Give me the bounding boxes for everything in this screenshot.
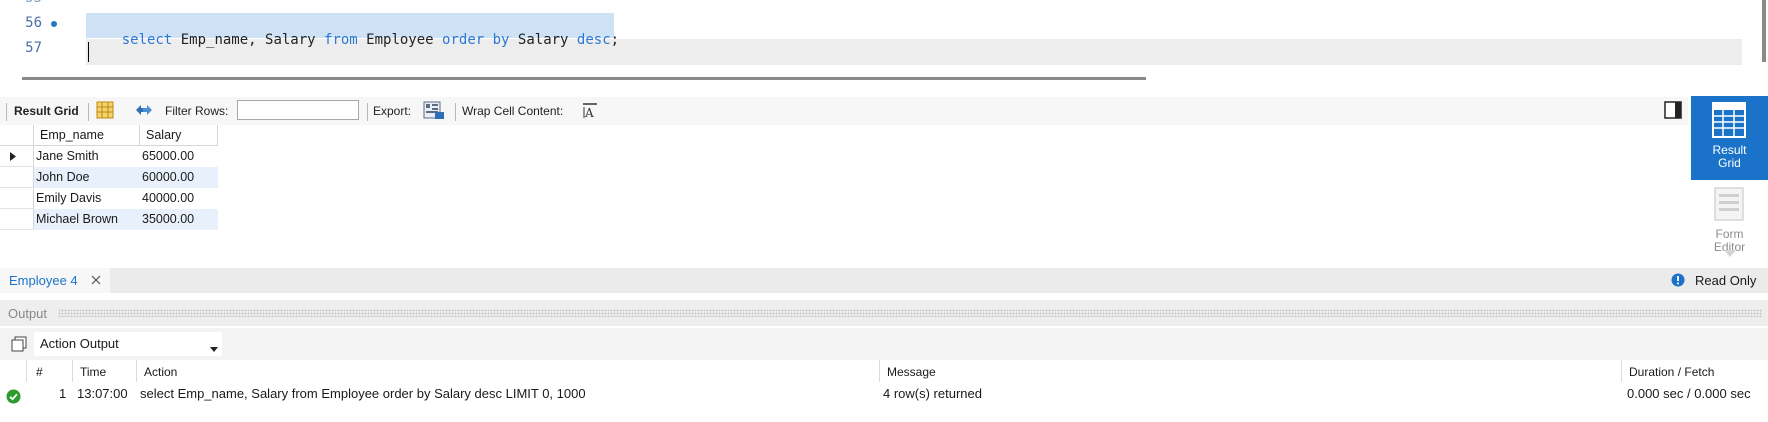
grid-cell[interactable]: Emily Davis	[34, 188, 140, 209]
log-message: 4 row(s) returned	[883, 386, 982, 401]
column-divider	[72, 360, 73, 382]
column-divider	[879, 360, 880, 382]
tab-label: Employee 4	[9, 273, 78, 288]
column-divider	[1621, 360, 1622, 382]
output-log-header: # Time Action Message Duration / Fetch	[0, 360, 1768, 382]
row-selector[interactable]	[0, 188, 34, 209]
row-selector[interactable]	[0, 146, 34, 167]
column-divider	[26, 360, 27, 382]
svg-text:A: A	[584, 106, 594, 119]
current-row-icon	[10, 152, 16, 161]
filter-rows-label: Filter Rows:	[165, 104, 229, 118]
toggle-panel-icon[interactable]	[1664, 101, 1682, 122]
scroll-down-icon[interactable]	[1724, 246, 1736, 261]
form-editor-icon	[1714, 187, 1744, 224]
log-column-header[interactable]: Message	[887, 365, 936, 379]
row-selector[interactable]	[0, 209, 34, 230]
log-action: select Emp_name, Salary from Employee or…	[140, 386, 586, 401]
success-icon	[6, 389, 21, 407]
line-number: 55	[0, 0, 42, 6]
result-tab-strip	[0, 268, 1768, 293]
column-header[interactable]: Emp_name	[34, 125, 140, 146]
log-number: 1	[59, 386, 67, 401]
log-row[interactable]: 1 13:07:00 select Emp_name, Salary from …	[0, 382, 1768, 408]
sql-text: Emp_name, Salary	[172, 32, 325, 48]
result-grid-label[interactable]: Result Grid	[14, 104, 79, 118]
wrap-text-icon[interactable]: A	[582, 103, 598, 122]
sql-keyword: order	[442, 32, 485, 48]
row-selector[interactable]	[0, 167, 34, 188]
select-value: Action Output	[40, 336, 119, 351]
side-label: Grid	[1718, 156, 1741, 170]
read-only-label: Read Only	[1695, 273, 1757, 288]
tab-employee-4[interactable]: Employee 4	[0, 268, 110, 293]
output-title: Output	[8, 306, 48, 321]
sql-editor[interactable]: 55 56 57 select Emp_name, Salary from Em…	[0, 0, 1768, 68]
log-column-header[interactable]: Time	[80, 365, 106, 379]
toolbar-divider	[6, 103, 7, 121]
result-grid-view-icon	[1712, 102, 1746, 141]
close-icon[interactable]	[90, 272, 102, 289]
grid-cell[interactable]: Michael Brown	[34, 209, 140, 230]
sql-keyword: desc	[576, 32, 611, 48]
log-column-header[interactable]: #	[36, 365, 43, 379]
line-number: 56	[25, 15, 42, 31]
grid-cell[interactable]: 65000.00	[140, 146, 218, 167]
sql-text: ;	[610, 32, 620, 48]
refresh-icon[interactable]	[133, 101, 155, 122]
sql-text: Salary	[509, 32, 577, 48]
wrap-cell-content-label: Wrap Cell Content:	[462, 104, 564, 118]
export-label: Export:	[373, 104, 412, 118]
statement-marker-icon	[51, 21, 57, 27]
export-icon[interactable]	[423, 100, 445, 123]
sql-text: Employee	[357, 32, 443, 48]
grid-layout-icon[interactable]	[96, 101, 114, 122]
grid-corner	[0, 125, 34, 146]
toolbar-divider	[88, 103, 89, 121]
log-time: 13:07:00	[77, 386, 128, 401]
editor-vertical-scrollbar[interactable]	[1762, 0, 1766, 62]
column-header[interactable]: Salary	[140, 125, 218, 146]
log-column-header[interactable]: Action	[144, 365, 177, 379]
grid-cell[interactable]: John Doe	[34, 167, 140, 188]
editor-horizontal-scrollbar[interactable]	[22, 77, 1146, 80]
grid-cell[interactable]: 35000.00	[140, 209, 218, 230]
sql-keyword: from	[324, 32, 358, 48]
grid-cell[interactable]: Jane Smith	[34, 146, 140, 167]
output-selector-row	[0, 328, 1768, 360]
column-divider	[136, 360, 137, 382]
log-column-header[interactable]: Duration / Fetch	[1629, 365, 1714, 379]
grid-cell[interactable]: 40000.00	[140, 188, 218, 209]
sql-keyword: by	[492, 32, 510, 48]
line-number: 57	[25, 40, 42, 56]
form-editor-view-button[interactable]: Form Editor	[1691, 184, 1768, 264]
toolbar-divider	[455, 103, 456, 121]
info-icon	[1671, 273, 1685, 290]
filter-rows-input[interactable]	[237, 100, 359, 120]
grid-cell[interactable]: 60000.00	[140, 167, 218, 188]
query-line[interactable]: select Emp_name, Salary from Employee or…	[88, 16, 619, 64]
copy-icon[interactable]	[11, 336, 27, 355]
chevron-down-icon	[210, 341, 218, 356]
result-grid-view-button[interactable]: Result Grid	[1691, 96, 1768, 180]
output-drag-handle[interactable]	[58, 309, 1762, 317]
output-type-select[interactable]: Action Output	[34, 332, 222, 356]
log-duration: 0.000 sec / 0.000 sec	[1627, 386, 1751, 401]
toolbar-divider	[367, 103, 368, 121]
sql-keyword: select	[121, 32, 173, 48]
